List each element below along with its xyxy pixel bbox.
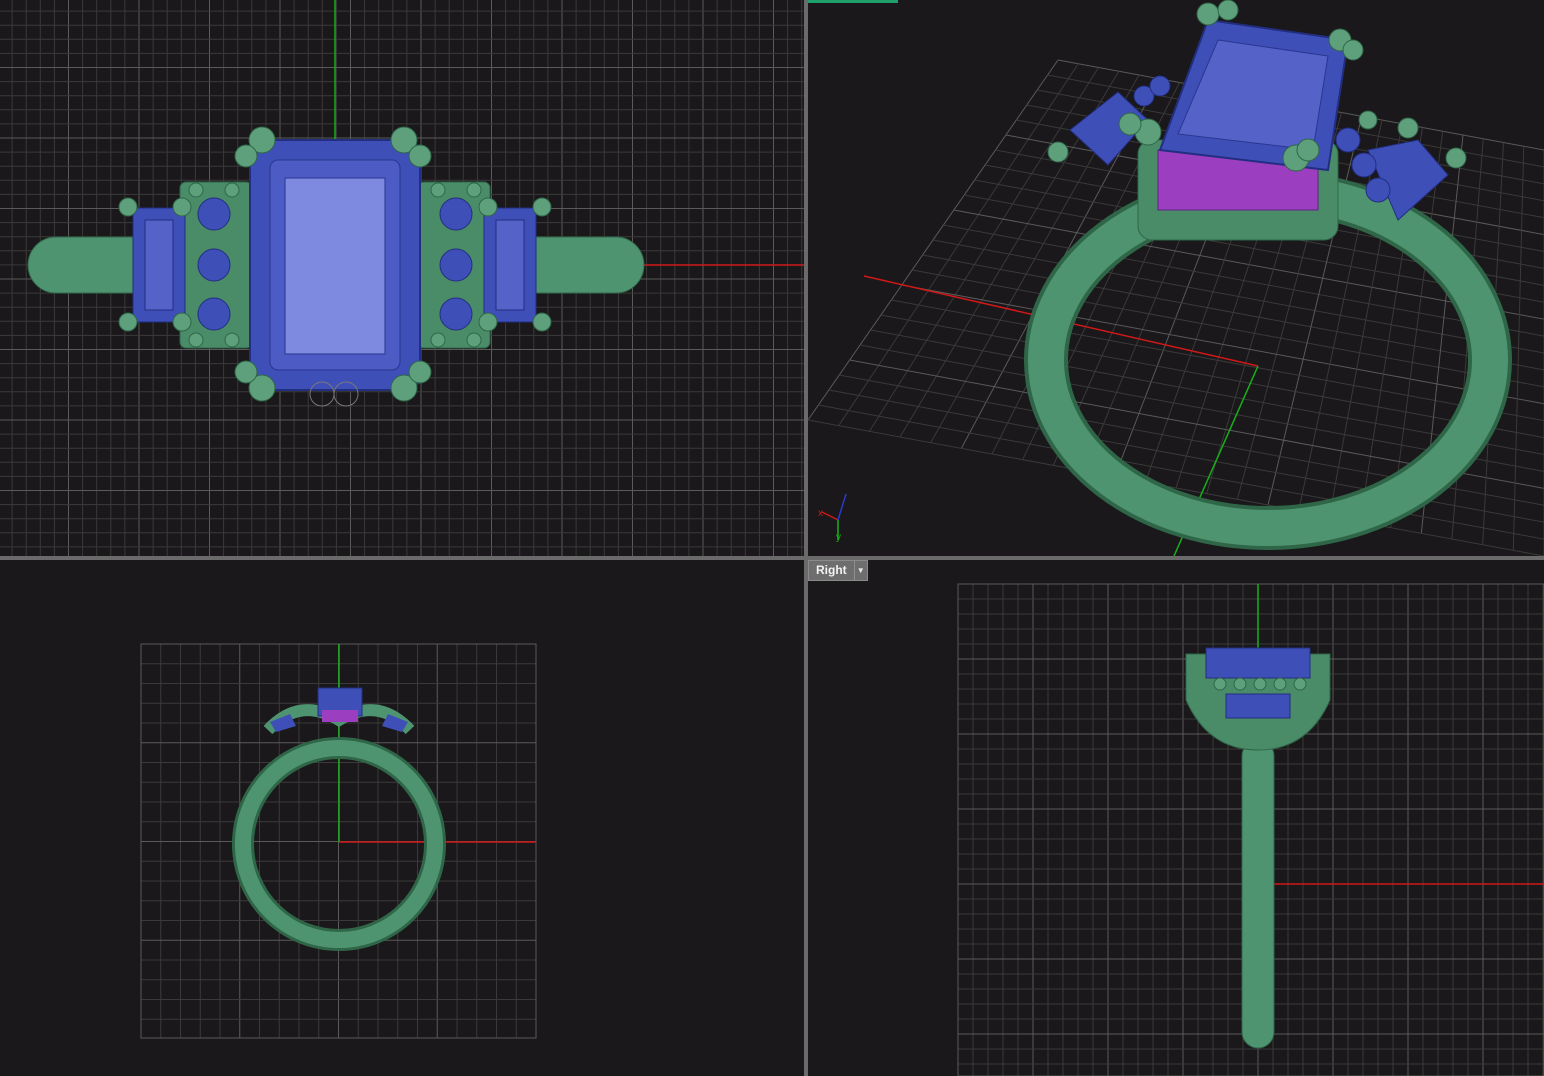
grid-line xyxy=(1512,146,1525,551)
center-stone xyxy=(1205,647,1311,679)
center-stone-table xyxy=(284,177,386,355)
active-viewport-indicator xyxy=(808,0,898,3)
widget-x-label: x xyxy=(818,508,823,519)
widget-z-axis xyxy=(837,493,847,521)
ring-band xyxy=(1028,174,1508,546)
viewport-title-tab[interactable]: Right ▼ xyxy=(808,560,868,581)
side-stone xyxy=(1225,693,1291,719)
center-stone-pavilion xyxy=(322,710,358,722)
baguette-left-table xyxy=(144,219,174,311)
baguette-right-table xyxy=(495,219,525,311)
top-view-canvas xyxy=(0,0,804,556)
viewport-perspective[interactable]: x y xyxy=(808,0,1544,556)
perspective-view-canvas: x y xyxy=(808,0,1544,556)
grid-line xyxy=(901,284,1544,405)
widget-y-label: y xyxy=(836,532,841,543)
grid-line xyxy=(880,314,1544,439)
viewport-right[interactable]: Right ▼ xyxy=(808,560,1544,1076)
viewport-top[interactable] xyxy=(0,0,804,556)
viewport-title[interactable]: Right xyxy=(809,561,854,580)
right-view-canvas xyxy=(957,583,1544,1076)
chevron-down-icon[interactable]: ▼ xyxy=(853,561,867,580)
front-view-canvas xyxy=(140,643,537,1039)
ring-shank xyxy=(1241,739,1275,1049)
viewport-front[interactable] xyxy=(0,560,804,1076)
widget-x-axis xyxy=(821,511,839,521)
